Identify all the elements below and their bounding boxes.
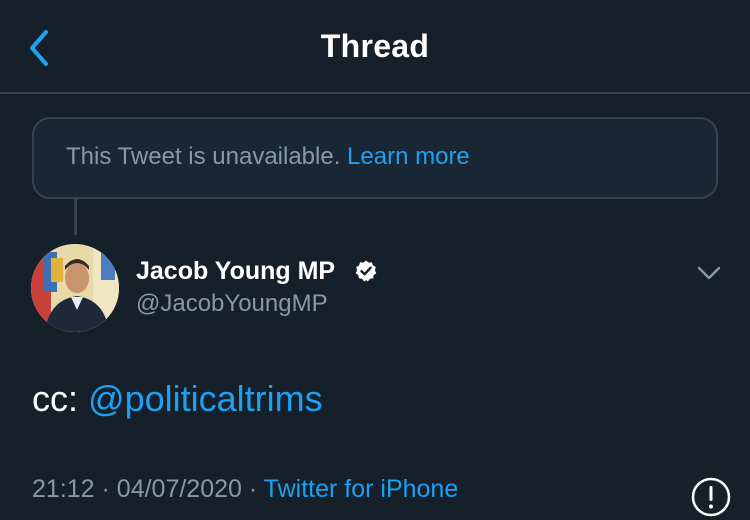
meta-separator: · [101,475,110,503]
mention-link[interactable]: @politicaltrims [88,378,323,419]
verified-badge-icon [355,260,377,282]
chevron-down-icon [697,266,721,280]
tweet-meta: 21:12 · 04/07/2020 · Twitter for iPhone [32,475,458,504]
unavailable-text: This Tweet is unavailable. [66,143,341,170]
exclamation-circle-icon [691,477,731,517]
avatar[interactable] [31,244,119,332]
thread-connector-line [74,199,77,235]
tweet-source-link[interactable]: Twitter for iPhone [264,475,459,503]
unavailable-tweet-notice: This Tweet is unavailable. Learn more [32,117,718,199]
learn-more-link[interactable]: Learn more [347,143,470,170]
tweet-text: cc: @politicaltrims [32,378,323,420]
tweet-options-button[interactable] [694,258,724,288]
profile-photo [31,244,119,332]
info-button[interactable] [690,476,732,518]
thread-screen: Thread This Tweet is unavailable. Learn … [0,0,750,520]
author-handle[interactable]: @JacobYoungMP [136,290,328,318]
unavailable-message: This Tweet is unavailable. Learn more [66,143,470,171]
meta-separator: · [248,475,258,503]
author-name[interactable]: Jacob Young MP [136,257,335,286]
tweet-time: 21:12 [32,475,95,503]
header-bar: Thread [0,0,750,94]
tweet-date: 04/07/2020 [116,475,242,503]
tweet-text-prefix: cc: [32,378,79,419]
page-title: Thread [320,28,430,64]
